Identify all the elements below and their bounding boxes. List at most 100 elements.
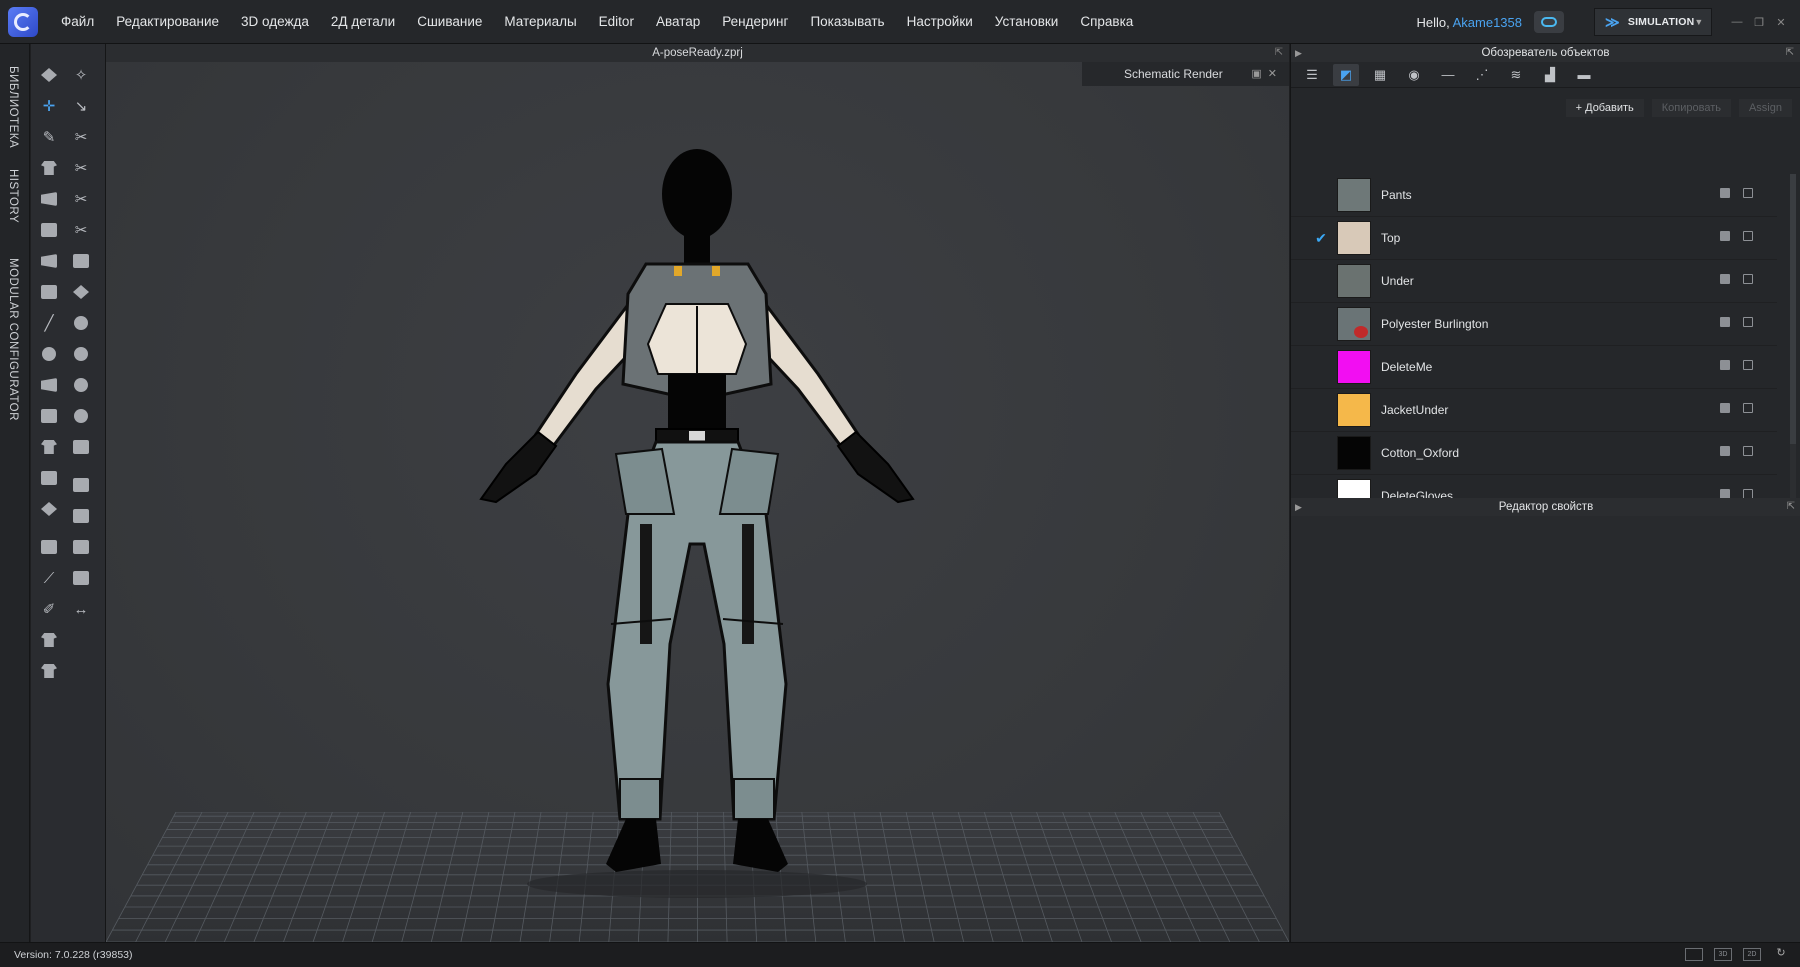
fabric-swatch[interactable] <box>1337 221 1371 255</box>
restore-icon[interactable]: ❐ <box>1748 16 1770 29</box>
square-icon[interactable] <box>68 565 94 591</box>
brush-icon[interactable]: ✎ <box>36 124 62 150</box>
tab-modular-configurator[interactable]: MODULAR CONFIGURATOR <box>7 258 19 421</box>
arrow-tool-icon[interactable]: ↘ <box>68 93 94 119</box>
tack-icon[interactable] <box>36 248 62 274</box>
fabric-duplicate-icon[interactable] <box>1743 188 1753 198</box>
coat-tool-icon[interactable] <box>36 658 62 684</box>
3d-viewport[interactable]: A-poseReady.zprj ⇱ Schematic Render ▣✕ <box>106 44 1289 942</box>
strap-icon[interactable]: ⟋ <box>36 565 62 591</box>
fabric-apply-icon[interactable] <box>1720 360 1730 370</box>
buttonhole-icon[interactable] <box>68 372 94 398</box>
trim-icon[interactable] <box>68 472 94 498</box>
add-fabric-button[interactable]: + Добавить <box>1565 99 1644 117</box>
fabric-apply-icon[interactable] <box>1720 317 1730 327</box>
single-view-icon[interactable] <box>1685 948 1703 961</box>
fabric-duplicate-icon[interactable] <box>1743 446 1753 456</box>
pin-icon[interactable] <box>36 217 62 243</box>
checker-icon[interactable] <box>68 310 94 336</box>
puckering-tab-icon[interactable]: ▬ <box>1571 64 1597 86</box>
fabric-duplicate-icon[interactable] <box>1743 360 1753 370</box>
assign-fabric-button[interactable]: Assign <box>1738 99 1792 117</box>
fabric-duplicate-icon[interactable] <box>1743 274 1753 284</box>
grid-icon[interactable] <box>36 403 62 429</box>
fabric-row[interactable]: Pants <box>1291 174 1777 217</box>
property-collapse-icon[interactable]: ▶ <box>1295 498 1302 516</box>
measure-icon[interactable] <box>36 341 62 367</box>
needle-icon[interactable]: ╱ <box>36 310 62 336</box>
fabric-apply-icon[interactable] <box>1720 188 1730 198</box>
property-popout-icon[interactable]: ⇱ <box>1787 498 1795 516</box>
list-view-icon[interactable]: ☰ <box>1299 64 1325 86</box>
buttonhole-tab-icon[interactable]: — <box>1435 64 1461 86</box>
menu-item-9[interactable]: Показывать <box>799 0 895 44</box>
menu-item-11[interactable]: Установки <box>984 0 1070 44</box>
tab-history[interactable]: HISTORY <box>7 169 19 223</box>
stitch-icon[interactable]: ✂ <box>68 124 94 150</box>
export-icon[interactable] <box>36 372 62 398</box>
fabric-duplicate-icon[interactable] <box>1743 231 1753 241</box>
trim-tab-icon[interactable]: ▟ <box>1537 64 1563 86</box>
minimize-icon[interactable]: — <box>1726 16 1748 29</box>
menu-item-2[interactable]: 3D одежда <box>230 0 320 44</box>
arrange-icon[interactable] <box>36 534 62 560</box>
pattern-icon[interactable] <box>68 279 94 305</box>
pants-icon[interactable] <box>36 465 62 491</box>
topstitch-tab-icon[interactable]: ⋰ <box>1469 64 1495 86</box>
fabric-tab-icon[interactable]: ◩ <box>1333 63 1359 86</box>
panel-popout-icon[interactable]: ⇱ <box>1786 44 1794 62</box>
view-2d-icon[interactable]: 2D <box>1743 948 1761 961</box>
body-shirt-icon[interactable] <box>36 434 62 460</box>
app-logo-icon[interactable] <box>8 6 38 37</box>
garment-select-icon[interactable] <box>36 155 62 181</box>
fabric-duplicate-icon[interactable] <box>1743 317 1753 327</box>
fold-icon[interactable] <box>36 186 62 212</box>
fabric-row[interactable]: JacketUnder <box>1291 389 1777 432</box>
resize-icon[interactable]: ↔ <box>68 596 94 622</box>
fabric-swatch[interactable] <box>1337 393 1371 427</box>
fabric-swatch[interactable] <box>1337 178 1371 212</box>
texture-icon[interactable] <box>68 248 94 274</box>
mode-switch-button[interactable]: ≫ SIMULATION ▼ <box>1594 8 1712 36</box>
panel-icon[interactable] <box>68 503 94 529</box>
avatar-pose-icon[interactable]: ✧ <box>68 62 94 88</box>
block-icon[interactable] <box>68 534 94 560</box>
fabric-row[interactable]: Polyester Burlington <box>1291 303 1777 346</box>
fabric-duplicate-icon[interactable] <box>1743 403 1753 413</box>
avatar-garment-model[interactable] <box>106 44 1289 942</box>
copy-fabric-button[interactable]: Копировать <box>1651 99 1731 117</box>
refresh-icon[interactable]: ↻ <box>1772 948 1790 961</box>
sew-icon[interactable]: ✂ <box>68 217 94 243</box>
shirt-tool-icon[interactable] <box>36 627 62 653</box>
fabric-swatch[interactable] <box>1337 436 1371 470</box>
menu-item-4[interactable]: Сшивание <box>406 0 493 44</box>
cloud-sync-icon[interactable] <box>1534 11 1564 33</box>
fabric-swatch[interactable] <box>1337 307 1371 341</box>
fabric-row[interactable]: Under <box>1291 260 1777 303</box>
username-link[interactable]: Akame1358 <box>1453 15 1522 30</box>
button-tool-icon[interactable] <box>68 341 94 367</box>
gizmo-move-icon[interactable]: ✛ <box>36 93 62 119</box>
menu-item-1[interactable]: Редактирование <box>105 0 230 44</box>
fabric-row[interactable]: ✔ Top <box>1291 217 1777 260</box>
menu-item-5[interactable]: Материалы <box>493 0 587 44</box>
fabric-flip-icon[interactable] <box>36 279 62 305</box>
menu-item-3[interactable]: 2Д детали <box>320 0 406 44</box>
fabric-apply-icon[interactable] <box>1720 231 1730 241</box>
menu-item-0[interactable]: Файл <box>50 0 105 44</box>
zipper-icon[interactable] <box>68 434 94 460</box>
fabric-swatch[interactable] <box>1337 350 1371 384</box>
fabric-list-scrollbar[interactable] <box>1790 174 1796 540</box>
fabric-apply-icon[interactable] <box>1720 403 1730 413</box>
avatar-figure-icon[interactable] <box>36 496 62 522</box>
seam-icon[interactable]: ✂ <box>68 155 94 181</box>
select-move-icon[interactable] <box>36 62 62 88</box>
fabric-swatch[interactable] <box>1337 264 1371 298</box>
menu-item-12[interactable]: Справка <box>1069 0 1144 44</box>
panel-collapse-icon[interactable]: ▶ <box>1295 44 1302 62</box>
menu-item-6[interactable]: Editor <box>588 0 645 44</box>
button-tab-icon[interactable]: ◉ <box>1401 64 1427 86</box>
menu-item-7[interactable]: Аватар <box>645 0 711 44</box>
pen-icon[interactable]: ✐ <box>36 596 62 622</box>
menu-item-10[interactable]: Настройки <box>896 0 984 44</box>
